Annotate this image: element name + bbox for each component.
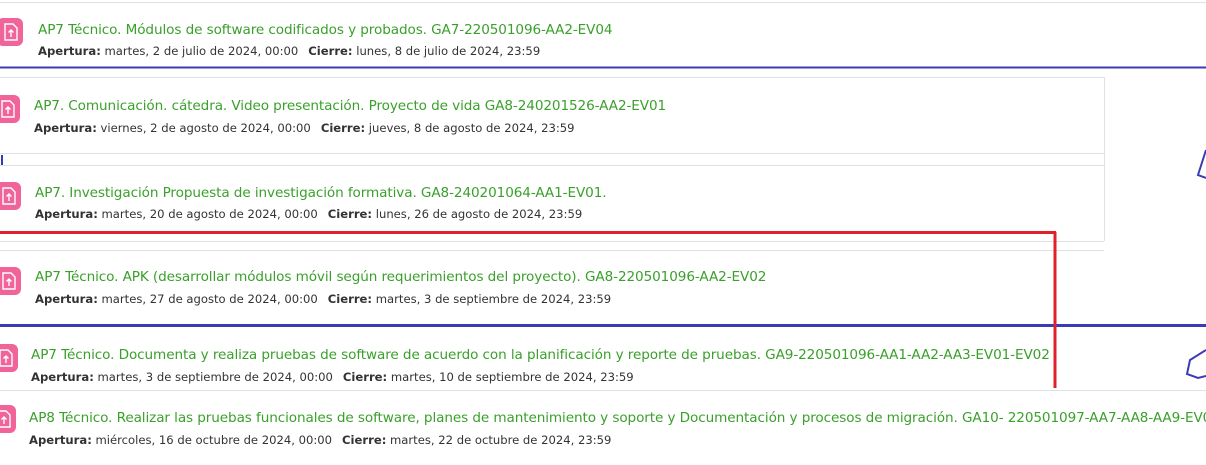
annotation-blue-stroke: [1196, 149, 1206, 179]
annotation-blue-stroke: [1185, 349, 1206, 380]
annotation-overlay: [0, 66, 1206, 388]
